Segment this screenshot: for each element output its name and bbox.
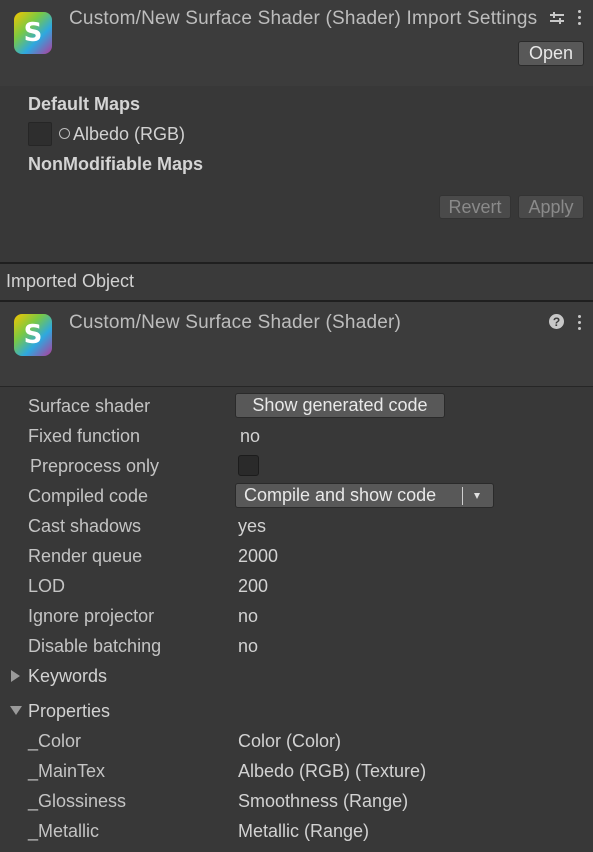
kebab-menu-icon[interactable] <box>578 315 581 330</box>
property-value: Color (Color) <box>238 731 342 751</box>
fixed-function-label: Fixed function <box>28 426 141 446</box>
preprocess-only-checkbox[interactable] <box>238 455 259 476</box>
show-generated-code-button[interactable]: Show generated code <box>235 393 445 418</box>
disable-batching-label: Disable batching <box>28 636 162 656</box>
property-value: Metallic (Range) <box>238 821 370 841</box>
disable-batching-value: no <box>238 636 259 656</box>
object-picker-icon[interactable] <box>59 128 70 139</box>
albedo-texture-slot[interactable] <box>28 122 52 146</box>
property-value: Albedo (RGB) (Texture) <box>238 761 427 781</box>
ignore-projector-label: Ignore projector <box>28 606 155 626</box>
open-button[interactable]: Open <box>518 41 584 66</box>
compile-and-show-code-button[interactable]: Compile and show code <box>235 483 494 508</box>
property-name: _Metallic <box>28 821 100 841</box>
property-value: Smoothness (Range) <box>238 791 409 811</box>
properties-foldout-arrow-icon[interactable] <box>10 706 22 715</box>
compile-button-label: Compile and show code <box>244 485 437 505</box>
surface-shader-label: Surface shader <box>28 396 151 416</box>
preprocess-only-label: Preprocess only <box>30 456 160 476</box>
dropdown-arrow-icon[interactable] <box>474 493 480 499</box>
nonmodifiable-maps-heading: NonModifiable Maps <box>28 154 203 174</box>
fixed-function-value: no <box>240 426 261 446</box>
default-maps-heading: Default Maps <box>28 94 141 114</box>
lod-value: 200 <box>238 576 269 596</box>
apply-button[interactable]: Apply <box>518 195 584 219</box>
shader-logo-icon: S <box>14 314 52 356</box>
ignore-projector-value: no <box>238 606 259 626</box>
revert-button[interactable]: Revert <box>439 195 511 219</box>
property-name: _MainTex <box>28 761 106 781</box>
imported-object-title: Imported Object <box>6 271 135 291</box>
render-queue-value: 2000 <box>238 546 279 566</box>
help-icon[interactable]: ? <box>549 314 564 329</box>
albedo-label: Albedo (RGB) <box>73 124 186 144</box>
shader-title: Custom/New Surface Shader (Shader) <box>69 312 402 333</box>
cast-shadows-label: Cast shadows <box>28 516 142 536</box>
keywords-foldout[interactable]: Keywords <box>28 666 107 687</box>
property-name: _Color <box>28 731 82 751</box>
divider <box>0 386 593 387</box>
sliders-icon[interactable] <box>548 9 566 27</box>
property-name: _Glossiness <box>28 791 127 811</box>
lod-label: LOD <box>28 576 66 596</box>
shader-logo-icon: S <box>14 12 52 54</box>
kebab-menu-icon[interactable] <box>578 10 581 25</box>
dropdown-divider <box>462 487 463 505</box>
properties-foldout[interactable]: Properties <box>28 701 110 722</box>
render-queue-label: Render queue <box>28 546 143 566</box>
keywords-foldout-arrow-icon[interactable] <box>11 670 20 682</box>
cast-shadows-value: yes <box>238 516 267 536</box>
import-settings-title: Custom/New Surface Shader (Shader) Impor… <box>69 8 538 29</box>
compiled-code-label: Compiled code <box>28 486 149 506</box>
